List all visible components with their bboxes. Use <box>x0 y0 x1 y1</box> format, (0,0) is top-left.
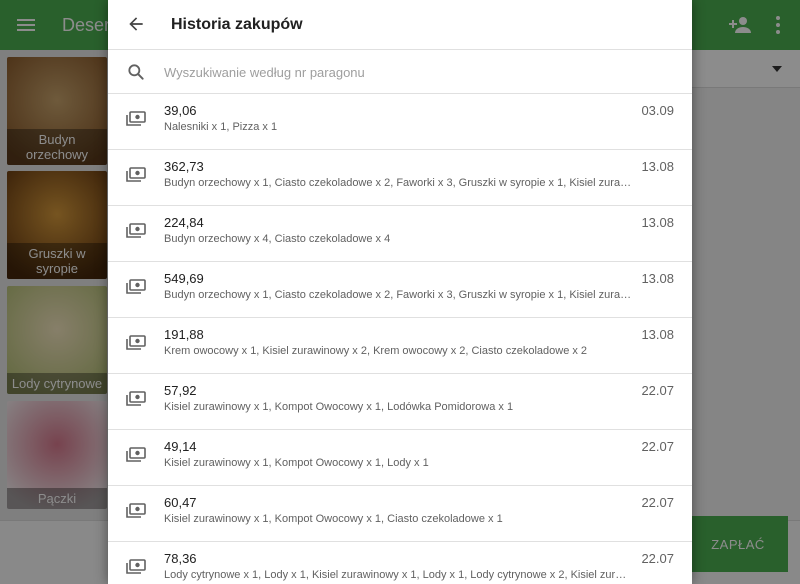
receipt-date: 03.09 <box>641 103 674 118</box>
search-icon <box>128 64 144 80</box>
receipt-amount: 49,14 <box>164 439 197 454</box>
receipt-amount: 60,47 <box>164 495 197 510</box>
dialog-title: Historia zakupów <box>171 16 303 33</box>
receipt-amount: 362,73 <box>164 159 204 174</box>
receipt-row[interactable]: 60,47 Kisiel zurawinowy x 1, Kompot Owoco… <box>108 486 692 542</box>
dialog-header: Historia zakupów <box>108 0 692 50</box>
receipt-date: 13.08 <box>641 159 674 174</box>
receipt-date: 13.08 <box>641 327 674 342</box>
purchase-history-dialog: Historia zakupów 39,06 Nalesniki x 1, Piz… <box>108 0 692 584</box>
receipt-list: 39,06 Nalesniki x 1, Pizza x 1 03.09 362,73… <box>108 94 692 584</box>
receipt-date: 13.08 <box>641 271 674 286</box>
cash-icon <box>126 111 146 126</box>
receipt-items: Kisiel zurawinowy x 1, Kompot Owocowy x … <box>164 457 429 469</box>
cash-icon <box>126 503 146 518</box>
receipt-search-input[interactable] <box>164 60 664 84</box>
back-arrow-icon[interactable] <box>126 14 146 34</box>
cash-icon <box>126 223 146 238</box>
receipt-date: 22.07 <box>641 383 674 398</box>
receipt-row[interactable]: 191,88 Krem owocowy x 1, Kisiel zurawinow… <box>108 318 692 374</box>
receipt-search <box>108 50 692 94</box>
receipt-row[interactable]: 57,92 Kisiel zurawinowy x 1, Kompot Owoco… <box>108 374 692 430</box>
receipt-row[interactable]: 78,36 Lody cytrynowe x 1, Lody x 1, Kisie… <box>108 542 692 584</box>
receipt-row[interactable]: 549,69 Budyn orzechowy x 1, Ciasto czekol… <box>108 262 692 318</box>
receipt-items: Lody cytrynowe x 1, Lody x 1, Kisiel zur… <box>164 569 632 581</box>
receipt-items: Nalesniki x 1, Pizza x 1 <box>164 121 278 133</box>
cash-icon <box>126 559 146 574</box>
receipt-date: 13.08 <box>641 215 674 230</box>
receipt-items: Budyn orzechowy x 1, Ciasto czekoladowe … <box>164 289 632 301</box>
cash-icon <box>126 167 146 182</box>
receipt-date: 22.07 <box>641 439 674 454</box>
receipt-amount: 191,88 <box>164 327 204 342</box>
receipt-items: Kisiel zurawinowy x 1, Kompot Owocowy x … <box>164 513 503 525</box>
receipt-items: Budyn orzechowy x 4, Ciasto czekoladowe … <box>164 233 391 245</box>
cash-icon <box>126 279 146 294</box>
receipt-amount: 78,36 <box>164 551 197 566</box>
receipt-items: Budyn orzechowy x 1, Ciasto czekoladowe … <box>164 177 632 189</box>
receipt-row[interactable]: 224,84 Budyn orzechowy x 4, Ciasto czekol… <box>108 206 692 262</box>
receipt-row[interactable]: 362,73 Budyn orzechowy x 1, Ciasto czekol… <box>108 150 692 206</box>
receipt-amount: 57,92 <box>164 383 197 398</box>
cash-icon <box>126 391 146 406</box>
receipt-items: Krem owocowy x 1, Kisiel zurawinowy x 2,… <box>164 345 588 357</box>
receipt-row[interactable]: 49,14 Kisiel zurawinowy x 1, Kompot Owoco… <box>108 430 692 486</box>
cash-icon <box>126 335 146 350</box>
cash-icon <box>126 447 146 462</box>
receipt-date: 22.07 <box>641 495 674 510</box>
app-root: Desery Budyn orzechowy Gruszki w syropie L… <box>0 0 800 584</box>
receipt-amount: 39,06 <box>164 103 197 118</box>
receipt-row[interactable]: 39,06 Nalesniki x 1, Pizza x 1 03.09 <box>108 94 692 150</box>
receipt-amount: 549,69 <box>164 271 204 286</box>
receipt-items: Kisiel zurawinowy x 1, Kompot Owocowy x … <box>164 401 514 413</box>
receipt-date: 22.07 <box>641 551 674 566</box>
receipt-amount: 224,84 <box>164 215 204 230</box>
